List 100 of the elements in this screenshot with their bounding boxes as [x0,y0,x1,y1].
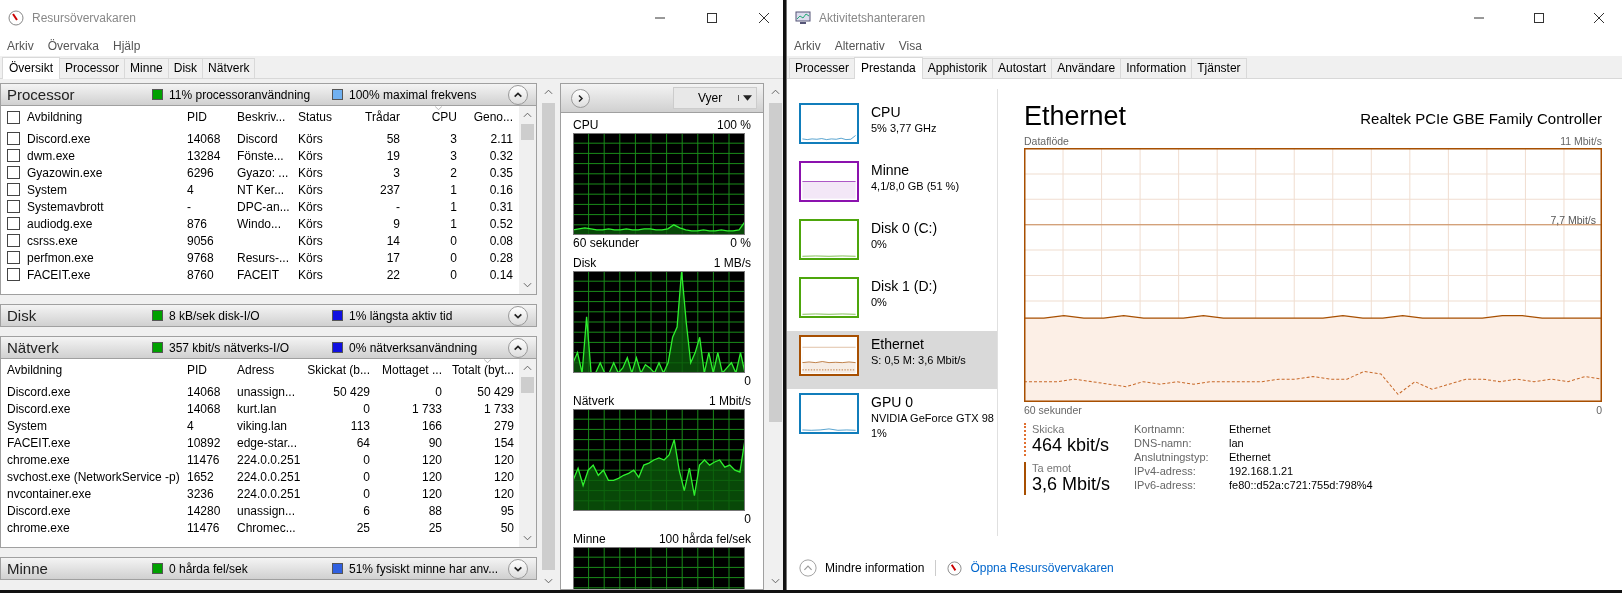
collapse-button[interactable] [508,337,528,358]
column-header[interactable]: Geno... [473,110,513,124]
collapse-button[interactable] [508,84,528,105]
column-header[interactable]: Beskriv... [237,110,286,124]
table-cell: 0 [435,384,442,399]
tab[interactable]: Nätverk [202,58,256,78]
scroll-thumb[interactable] [521,124,534,140]
table-cell: 14068 [187,384,221,399]
views-dropdown[interactable]: Vyer [673,87,757,109]
checkbox[interactable] [7,200,20,213]
tab[interactable]: Processer [789,58,856,78]
scrollbar[interactable] [519,106,536,294]
resource-list-item[interactable]: CPU 5% 3,77 GHz [787,99,997,157]
close-icon[interactable] [1594,13,1604,23]
column-header[interactable]: Adress [237,363,275,377]
scroll-up-icon[interactable] [523,365,532,371]
device-name: Realtek PCIe GBE Family Controller [1360,110,1602,129]
scroll-thumb[interactable] [768,103,782,422]
table-cell: 279 [493,418,514,433]
tab[interactable]: Apphistorik [921,58,994,78]
scroll-up-icon[interactable] [523,112,532,118]
checkbox[interactable] [7,149,20,162]
checkbox[interactable] [7,217,20,230]
table-cell: 14280 [187,503,221,518]
resource-list-item[interactable]: Disk 1 (D:) 0% [787,273,997,331]
checkbox[interactable] [7,268,20,281]
menu-item[interactable]: Arkiv [794,39,821,53]
resource-list-item[interactable]: Ethernet S: 0,5 M: 3,6 Mbit/s [787,331,997,389]
expand-panel-button[interactable] [571,88,590,108]
column-header[interactable]: PID [187,110,207,124]
table-cell: 50 [500,520,514,535]
property-label: IPv4-adress: [1134,465,1197,477]
column-header[interactable]: Status [298,110,333,124]
expand-button[interactable] [508,558,528,579]
column-header[interactable]: Totalt (byt... [451,363,514,377]
section-header[interactable]: Minne 0 hårda fel/sek 51% fysiskt minne har anv... [0,557,537,580]
menu-item[interactable]: Alternativ [834,39,885,53]
fewer-details-button[interactable]: Mindre information [799,559,925,577]
tab[interactable]: Tjänster [1191,58,1247,78]
checkbox[interactable] [7,183,20,196]
checkbox[interactable] [7,132,20,145]
menu-item[interactable]: Övervaka [47,39,100,53]
table-cell: 9056 [187,233,214,248]
table-cell: 0.14 [489,267,513,282]
resource-summary: 0% [871,237,888,252]
table-cell: 0 [363,401,370,416]
window-title: Aktivitetshanteraren [819,11,927,25]
graph-min-label: 0 [744,374,751,388]
scroll-down-icon[interactable] [523,282,532,288]
scroll-down-icon[interactable] [770,578,780,584]
checkbox[interactable] [7,166,20,179]
column-header[interactable]: CPU [431,110,457,124]
checkbox[interactable] [7,110,20,124]
checkbox[interactable] [7,234,20,247]
column-header[interactable]: Trådar [365,110,400,124]
maximize-icon[interactable] [1534,13,1544,23]
table-cell: 64 [356,435,370,450]
table-cell: 1652 [187,469,214,484]
resource-list-item[interactable]: Minne 4,1/8,0 GB (51 %) [787,157,997,215]
table-cell: Discord [237,131,278,146]
graph-min-label: 0 [1596,403,1602,416]
scroll-up-icon[interactable] [770,89,780,95]
column-header[interactable]: Avbildning [27,110,83,124]
resource-list-item[interactable]: Disk 0 (C:) 0% [787,215,997,273]
scroll-up-icon[interactable] [544,89,553,95]
maximize-icon[interactable] [707,13,717,23]
table-cell: audiodg.exe [27,216,93,231]
table-cell: Fönste... [237,148,284,163]
menu-item[interactable]: Hjälp [113,39,141,53]
section-header[interactable]: Disk 8 kB/sek disk-I/O 1% längsta aktiv tid [0,304,537,327]
graph-max-label: 100 hårda fel/sek [658,532,751,546]
scroll-down-icon[interactable] [523,535,532,541]
close-icon[interactable] [759,13,769,23]
column-header[interactable]: Skickat (b... [307,363,370,377]
table-cell: 88 [428,503,442,518]
scroll-thumb[interactable] [521,377,534,393]
scroll-down-icon[interactable] [544,578,553,584]
expand-button[interactable] [508,305,528,326]
table-cell: 11476 [187,452,220,467]
table-cell: 2 [450,165,457,180]
column-header[interactable]: PID [187,363,207,377]
tab[interactable]: Prestanda [854,57,923,79]
scrollbar[interactable] [519,359,536,547]
section-title: Minne [7,560,49,577]
resource-name: Disk 0 (C:) [871,219,938,237]
column-header[interactable]: Mottaget ... [381,363,442,377]
menu-item[interactable]: Visa [898,39,922,53]
menu-item[interactable]: Arkiv [7,39,34,53]
section-header[interactable]: Processor 11% processoranvändning 100% maximal frekvens [0,83,537,106]
table-cell: Discord.exe [7,401,71,416]
scroll-thumb[interactable] [542,103,555,570]
section-header[interactable]: Nätverk 357 kbit/s nätverks-I/O 0% nätverksanvändning [0,336,537,359]
open-resource-monitor-link[interactable]: Öppna Resursövervakaren [970,561,1114,575]
indicator-label: 357 kbit/s nätverks-I/O [169,340,290,355]
column-header[interactable]: Avbildning [7,363,63,377]
checkbox[interactable] [7,251,20,264]
resource-list-item[interactable]: GPU 0 NVIDIA GeForce GTX 98 1% [787,389,997,447]
tab[interactable]: Översikt [2,57,60,79]
table-cell: 0 [450,233,457,248]
table-cell: chrome.exe [7,452,70,467]
